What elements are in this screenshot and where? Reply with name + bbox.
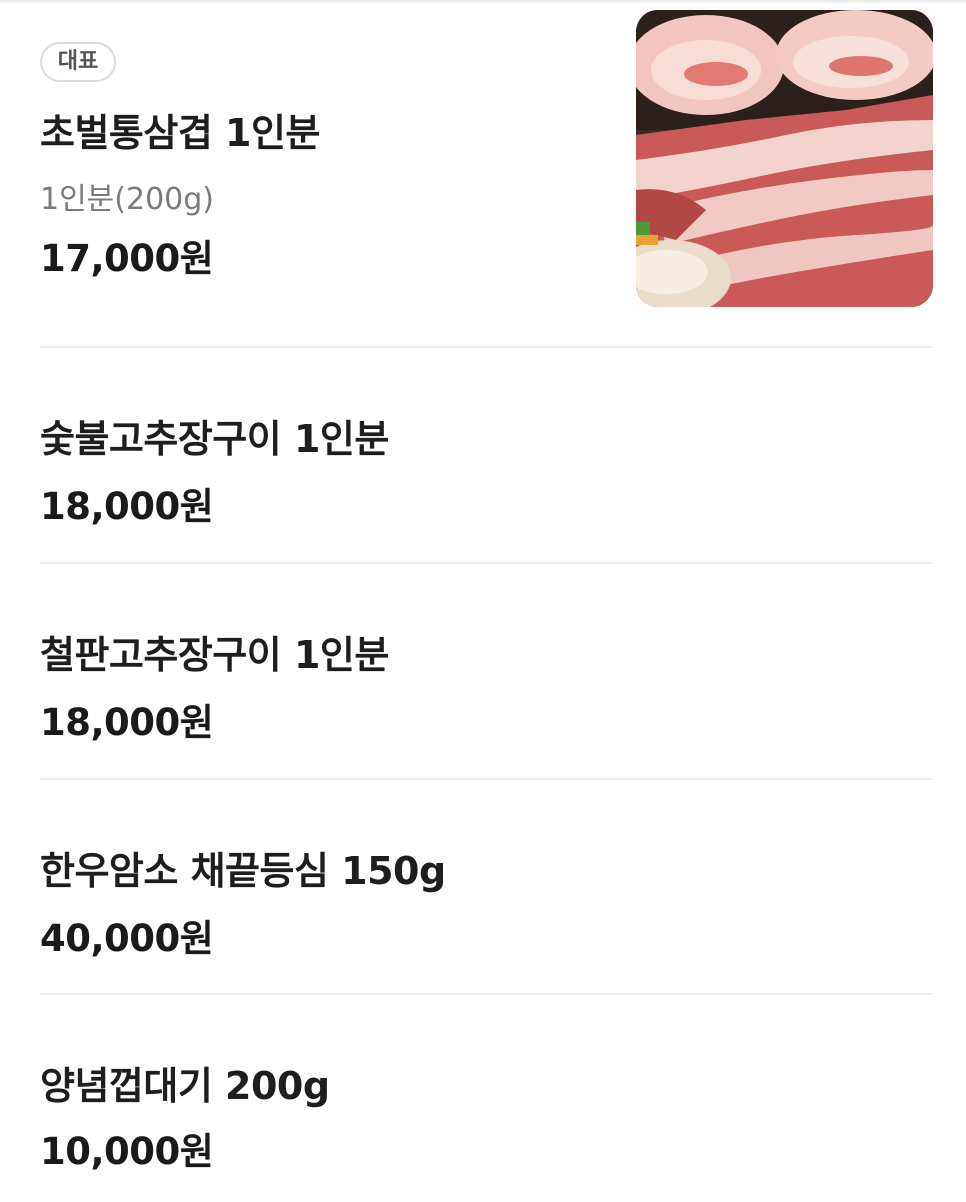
menu-item-description: 1인분(200g) (40, 182, 214, 217)
pork-belly-image (636, 10, 933, 307)
pork-belly-photo[interactable] (636, 10, 933, 307)
menu-item-price: 10,000원 (40, 1130, 214, 1173)
menu-item-name: 양념껍대기 200g (40, 1064, 330, 1108)
menu-item-hanwoo-sirloin[interactable]: 한우암소 채끝등심 150g 40,000원 (40, 780, 933, 994)
menu-item-name: 숯불고추장구이 1인분 (40, 417, 389, 461)
menu-item-name: 초벌통삼겹 1인분 (40, 111, 320, 155)
menu-item-name: 한우암소 채끝등심 150g (40, 849, 446, 893)
menu-item-name: 철판고추장구이 1인분 (40, 633, 389, 677)
menu-item-price: 18,000원 (40, 485, 214, 528)
menu-item-gochujang-iron-plate[interactable]: 철판고추장구이 1인분 18,000원 (40, 564, 933, 778)
signature-badge: 대표 (40, 42, 116, 82)
menu-item-seasoned-pork-skin[interactable]: 양념껍대기 200g 10,000원 (40, 995, 933, 1202)
menu-item-gochujang-charcoal[interactable]: 숯불고추장구이 1인분 18,000원 (40, 348, 933, 562)
menu-item-price: 18,000원 (40, 701, 214, 744)
menu-item-price: 40,000원 (40, 917, 214, 960)
menu-item-pork-belly[interactable]: 대표 초벌통삼겹 1인분 1인분(200g) 17,000원 (40, 0, 933, 346)
menu-item-price: 17,000원 (40, 237, 214, 280)
